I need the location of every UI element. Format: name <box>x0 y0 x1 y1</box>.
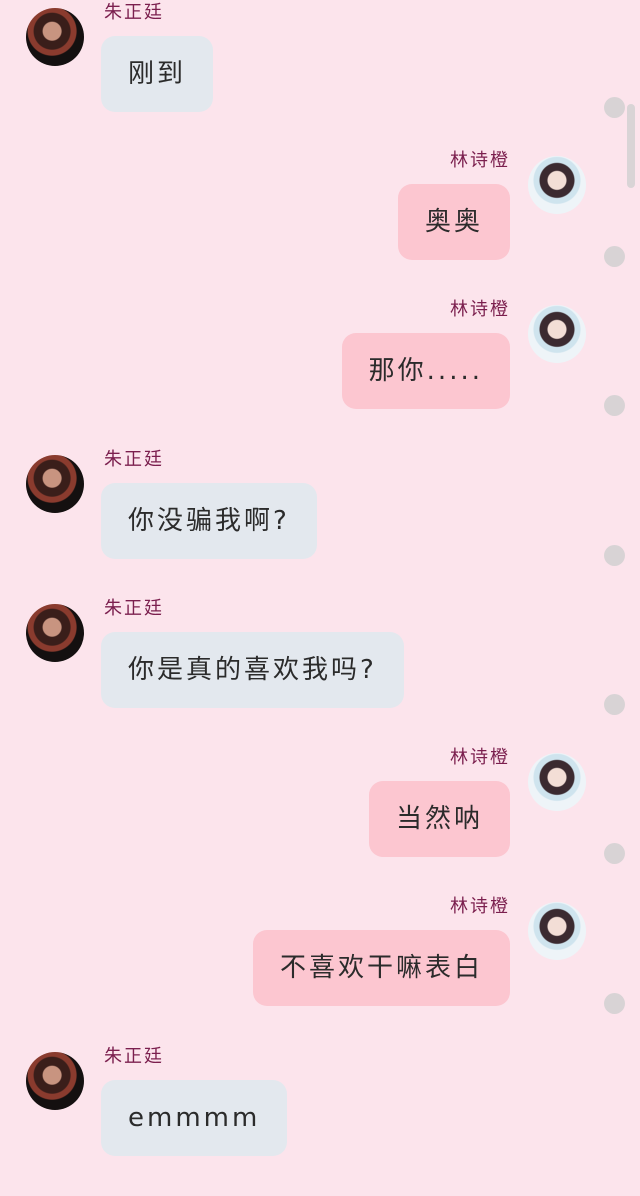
status-dot[interactable] <box>604 395 625 416</box>
message-item: 朱正廷 你没骗我啊? <box>0 449 640 599</box>
message-item: 朱正廷 刚到 <box>0 2 640 152</box>
message-bubble[interactable]: 你没骗我啊? <box>101 483 317 559</box>
sender-avatar[interactable] <box>26 604 84 662</box>
sender-avatar[interactable] <box>528 156 586 214</box>
message-item: 林诗橙 那你..... <box>0 299 640 449</box>
message-bubble[interactable]: 那你..... <box>341 333 510 409</box>
message-item: 林诗橙 不喜欢干嘛表白 <box>0 896 640 1046</box>
sender-name: 林诗橙 <box>450 896 510 917</box>
message-bubble[interactable]: emmmm <box>101 1080 288 1156</box>
message-item: 林诗橙 当然呐 <box>0 747 640 897</box>
sender-name: 林诗橙 <box>450 299 510 320</box>
message-bubble[interactable]: 奥奥 <box>397 184 510 260</box>
status-dot[interactable] <box>604 97 625 118</box>
chat-area: 朱正廷 刚到 林诗橙 奥奥 林诗橙 那你..... 朱正廷 你没骗我啊? 朱正廷… <box>0 0 640 1156</box>
message-item: 林诗橙 奥奥 <box>0 150 640 300</box>
sender-name: 朱正廷 <box>104 2 164 23</box>
sender-avatar[interactable] <box>528 305 586 363</box>
sender-avatar[interactable] <box>528 753 586 811</box>
sender-name: 朱正廷 <box>104 1046 164 1067</box>
sender-avatar[interactable] <box>26 8 84 66</box>
sender-avatar[interactable] <box>528 902 586 960</box>
message-item: 朱正廷 emmmm <box>0 1046 640 1196</box>
status-dot[interactable] <box>604 694 625 715</box>
message-bubble[interactable]: 刚到 <box>101 36 214 112</box>
message-item: 朱正廷 你是真的喜欢我吗? <box>0 598 640 748</box>
sender-avatar[interactable] <box>26 1052 84 1110</box>
sender-avatar[interactable] <box>26 455 84 513</box>
sender-name: 林诗橙 <box>450 150 510 171</box>
status-dot[interactable] <box>604 993 625 1014</box>
sender-name: 林诗橙 <box>450 747 510 768</box>
status-dot[interactable] <box>604 843 625 864</box>
scrollbar-thumb[interactable] <box>627 104 635 188</box>
status-dot[interactable] <box>604 545 625 566</box>
status-dot[interactable] <box>604 246 625 267</box>
message-bubble[interactable]: 不喜欢干嘛表白 <box>252 930 510 1006</box>
message-bubble[interactable]: 你是真的喜欢我吗? <box>101 632 404 708</box>
sender-name: 朱正廷 <box>104 449 164 470</box>
message-bubble[interactable]: 当然呐 <box>368 781 510 857</box>
sender-name: 朱正廷 <box>104 598 164 619</box>
